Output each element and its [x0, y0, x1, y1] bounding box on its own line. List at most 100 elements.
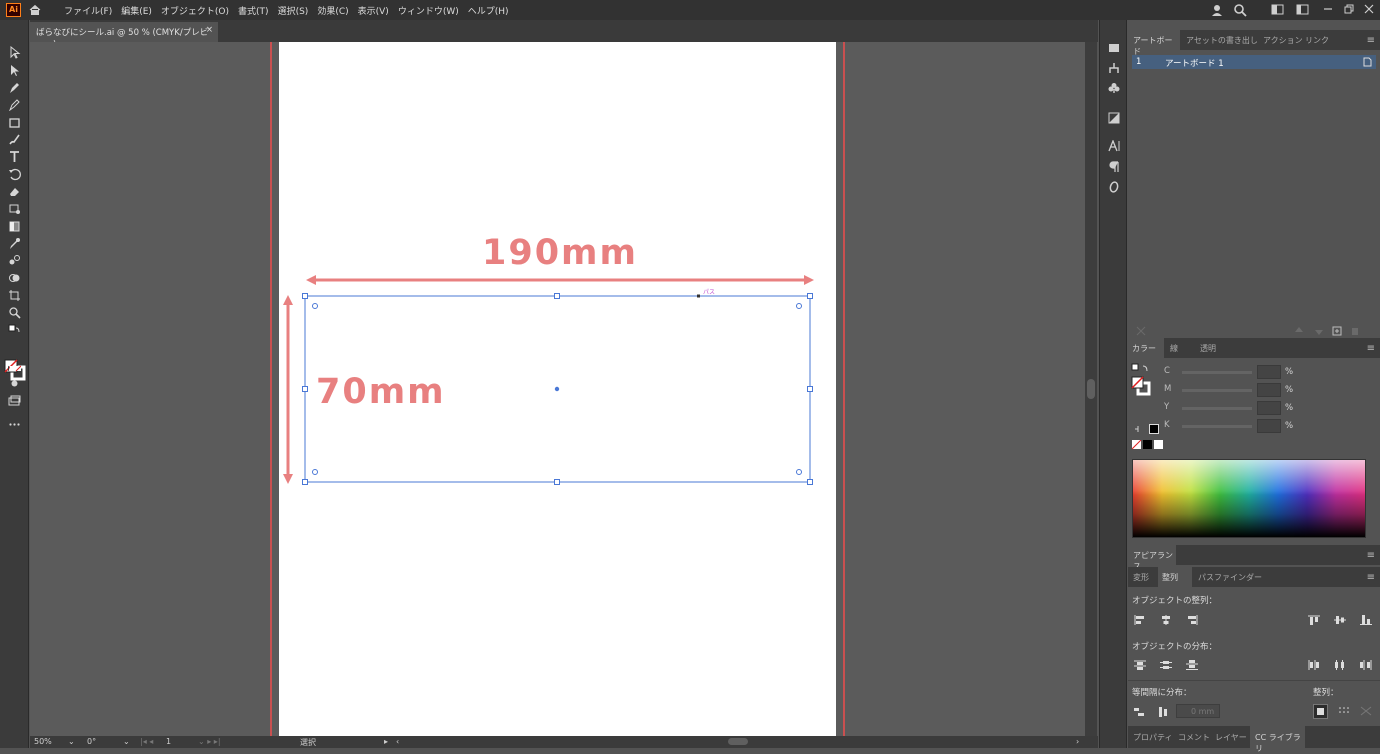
- artboards-panel-icon[interactable]: [1108, 42, 1120, 54]
- artboard-options-icon[interactable]: [1363, 57, 1372, 67]
- tab-appearance[interactable]: アピアランス: [1128, 545, 1176, 571]
- color-mode-icons[interactable]: [8, 362, 21, 375]
- channel-c-slider[interactable]: [1182, 371, 1252, 374]
- black-swatch[interactable]: [1149, 424, 1159, 434]
- distribute-hcenter-icon[interactable]: [1334, 660, 1346, 670]
- distribute-bottom-icon[interactable]: [1186, 660, 1198, 670]
- quick-swatches[interactable]: [1132, 440, 1166, 450]
- delete-artboard-icon[interactable]: [1350, 326, 1360, 336]
- opentype-panel-icon[interactable]: [1108, 181, 1120, 193]
- align-left-icon[interactable]: [1134, 615, 1146, 625]
- tab-stroke[interactable]: 線: [1170, 343, 1178, 354]
- rearrange-icon[interactable]: [1136, 326, 1146, 336]
- menu-view[interactable]: 表示(V): [358, 4, 389, 17]
- scroll-left-icon[interactable]: ‹: [396, 737, 399, 746]
- screen-mode-icon[interactable]: [8, 394, 21, 407]
- scroll-right-icon[interactable]: ›: [1076, 737, 1079, 746]
- appearance-menu-icon[interactable]: ≡: [1367, 550, 1375, 561]
- gradient-tool-icon[interactable]: [8, 220, 21, 233]
- color-panel-menu-icon[interactable]: ≡: [1367, 343, 1375, 354]
- rotation-dropdown-icon[interactable]: ⌄: [123, 737, 130, 746]
- minimize-icon[interactable]: [1322, 3, 1334, 15]
- distribute-right-icon[interactable]: [1360, 660, 1372, 670]
- status-menu-icon[interactable]: ▸: [384, 737, 388, 746]
- symbols-panel-icon[interactable]: [1108, 82, 1120, 94]
- channel-m-slider[interactable]: [1182, 389, 1252, 392]
- align-menu-icon[interactable]: ≡: [1367, 572, 1375, 583]
- graphic-styles-panel-icon[interactable]: [1108, 112, 1120, 124]
- color-spectrum[interactable]: [1132, 459, 1366, 538]
- zoom-tool-icon[interactable]: [8, 306, 21, 319]
- align-bottom-icon[interactable]: [1360, 615, 1372, 625]
- channel-y-input[interactable]: [1257, 401, 1281, 415]
- tab-cc-libraries[interactable]: CC ライブラリ: [1250, 726, 1305, 753]
- channel-k-input[interactable]: [1257, 419, 1281, 433]
- distribute-left-icon[interactable]: [1308, 660, 1320, 670]
- artboard-tool-icon[interactable]: [8, 289, 21, 302]
- zoom-level[interactable]: 50%: [34, 737, 52, 746]
- blend-tool-icon[interactable]: [8, 254, 21, 267]
- tab-transparency[interactable]: 透明: [1200, 343, 1216, 354]
- next-artboard-icon[interactable]: ⌄ ▸ ▸|: [198, 737, 221, 746]
- panel-toggle-icon[interactable]: [1296, 3, 1309, 16]
- menu-edit[interactable]: 編集(E): [121, 4, 152, 17]
- rotate-tool-icon[interactable]: [8, 168, 21, 181]
- horizontal-scroll-thumb[interactable]: [728, 738, 748, 745]
- artboard-number[interactable]: 1: [166, 737, 171, 746]
- menu-help[interactable]: ヘルプ(H): [468, 4, 509, 17]
- type-tool-icon[interactable]: [8, 150, 21, 163]
- align-hcenter-icon[interactable]: [1160, 615, 1172, 625]
- curvature-tool-icon[interactable]: [8, 98, 21, 111]
- pen-tool-icon[interactable]: [8, 81, 21, 94]
- menu-object[interactable]: オブジェクト(O): [161, 4, 229, 17]
- spacing-value-input[interactable]: 0 mm: [1176, 704, 1220, 718]
- panel-menu-icon[interactable]: ≡: [1367, 35, 1375, 46]
- close-window-icon[interactable]: [1363, 3, 1375, 15]
- tab-layers[interactable]: レイヤー: [1215, 732, 1247, 743]
- scrollbar-thumb[interactable]: [1087, 379, 1095, 399]
- first-artboard-icon[interactable]: |◂ ◂: [140, 737, 153, 746]
- tab-asset-export[interactable]: アセットの書き出し: [1186, 35, 1258, 46]
- channel-c-input[interactable]: [1257, 365, 1281, 379]
- eyedropper-tool-icon[interactable]: [8, 237, 21, 250]
- brushes-panel-icon[interactable]: [1108, 62, 1120, 74]
- swap-colors-icon[interactable]: [8, 324, 21, 337]
- tab-properties[interactable]: プロパティ: [1133, 732, 1173, 743]
- menu-window[interactable]: ウィンドウ(W): [398, 4, 459, 17]
- align-to-grid-icon[interactable]: [1338, 706, 1350, 716]
- rotation-value[interactable]: 0°: [87, 737, 96, 746]
- tab-pathfinder[interactable]: パスファインダー: [1198, 572, 1262, 583]
- swap-fill-stroke-icon[interactable]: [1131, 363, 1151, 375]
- close-tab-icon[interactable]: ×: [206, 25, 213, 35]
- menu-file[interactable]: ファイル(F): [64, 4, 112, 17]
- user-icon[interactable]: [1210, 3, 1224, 17]
- channel-m-input[interactable]: [1257, 383, 1281, 397]
- distribute-vspace-icon[interactable]: [1134, 707, 1146, 717]
- distribute-top-icon[interactable]: [1134, 660, 1146, 670]
- home-icon[interactable]: [29, 4, 41, 16]
- align-top-icon[interactable]: [1308, 615, 1320, 625]
- align-to-artboard-icon[interactable]: [1360, 706, 1372, 716]
- document-tab[interactable]: ばらなびにシール.ai @ 50 % (CMYK/プレビュー) ×: [30, 22, 218, 50]
- tab-transform[interactable]: 変形: [1133, 572, 1149, 583]
- channel-y-slider[interactable]: [1182, 407, 1252, 410]
- tab-comments[interactable]: コメント: [1178, 732, 1210, 743]
- paintbrush-tool-icon[interactable]: [8, 133, 21, 146]
- paragraph-panel-icon[interactable]: [1108, 161, 1120, 173]
- move-up-icon[interactable]: [1294, 326, 1304, 336]
- direct-selection-tool-icon[interactable]: [8, 64, 21, 77]
- vertical-scrollbar[interactable]: [1085, 42, 1097, 736]
- restore-icon[interactable]: [1343, 3, 1355, 15]
- eraser-tool-icon[interactable]: [8, 185, 21, 198]
- out-of-gamut-icon[interactable]: [1134, 425, 1142, 433]
- free-transform-tool-icon[interactable]: [8, 202, 21, 215]
- distribute-vcenter-icon[interactable]: [1160, 660, 1172, 670]
- tab-align[interactable]: 整列: [1158, 567, 1192, 587]
- shape-builder-tool-icon[interactable]: [8, 272, 21, 285]
- selection-tool-icon[interactable]: [8, 46, 21, 59]
- rectangle-tool-icon[interactable]: [8, 116, 21, 129]
- more-tools-icon[interactable]: [8, 418, 21, 431]
- tab-links[interactable]: リンク: [1305, 35, 1329, 46]
- color-fill-stroke-swatch[interactable]: [1131, 376, 1151, 396]
- tab-color[interactable]: カラー: [1128, 338, 1164, 358]
